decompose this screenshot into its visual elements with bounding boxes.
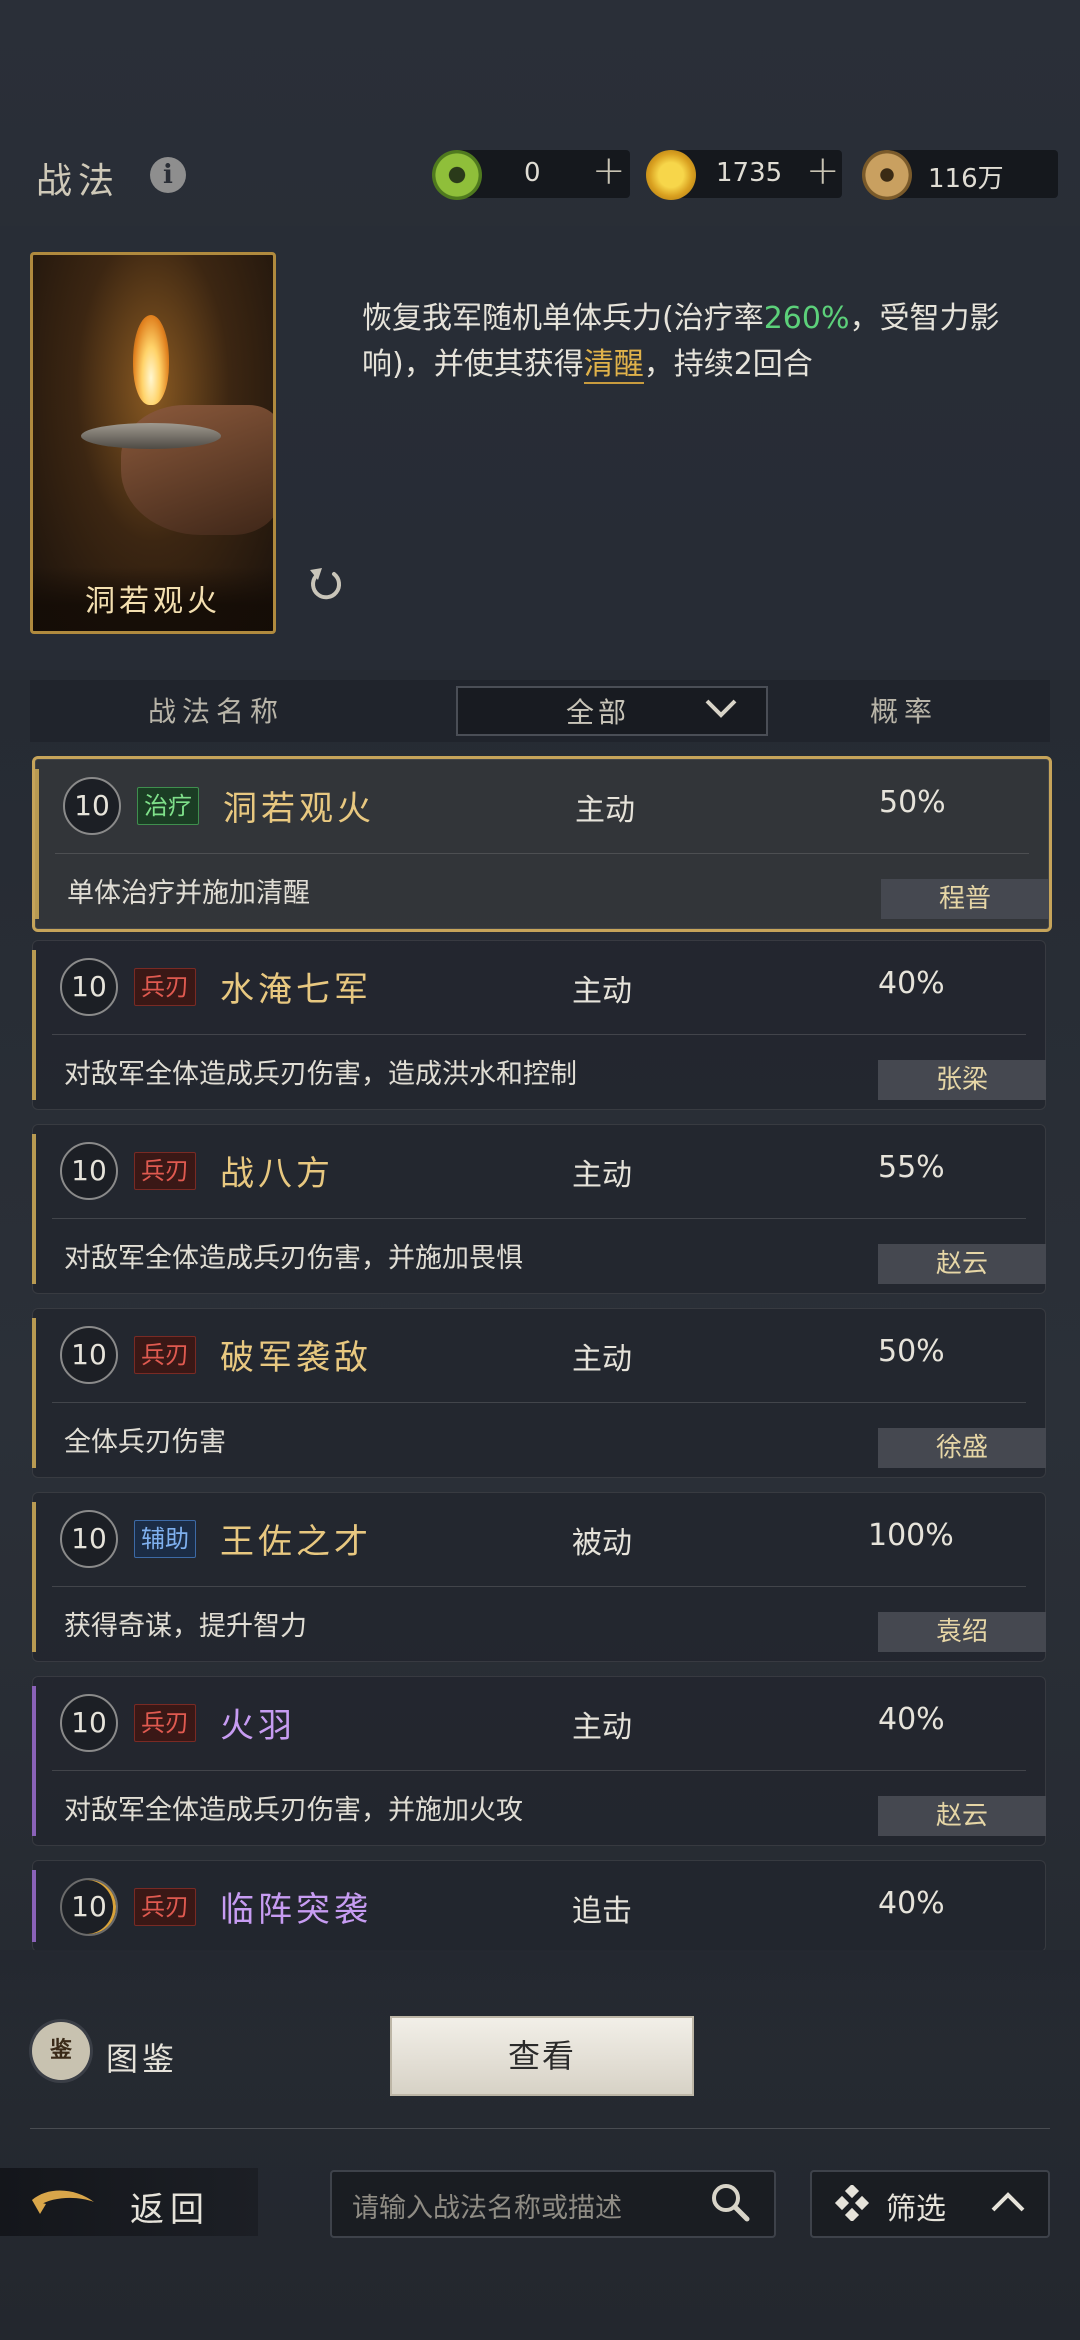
skill-owner-badge: 袁绍 (878, 1612, 1046, 1652)
heal-rate-value: 260% (763, 301, 850, 336)
candle-flame-illustration (133, 315, 169, 405)
skill-owner-badge: 张梁 (878, 1060, 1046, 1100)
skill-card[interactable]: 洞若观火 (30, 252, 276, 634)
skill-level-badge: 10 (60, 1510, 118, 1568)
skill-name: 水淹七军 (220, 970, 372, 1010)
skill-category-tag: 兵刃 (134, 1152, 196, 1190)
page-title: 战法 (36, 161, 121, 202)
skill-name: 临阵突袭 (220, 1890, 372, 1930)
skill-owner-badge: 徐盛 (878, 1428, 1046, 1468)
skill-short-desc: 对敌军全体造成兵刃伤害，造成洪水和控制 (64, 1059, 577, 1090)
search-placeholder: 请输入战法名称或描述 (352, 2193, 622, 2224)
candle-holder-illustration (81, 423, 221, 449)
row-divider (52, 1770, 1026, 1771)
skill-category-tag: 兵刃 (134, 1888, 196, 1926)
info-icon[interactable]: i (150, 157, 186, 193)
skill-owner-badge: 赵云 (878, 1244, 1046, 1284)
add-jade-coin-button[interactable]: + (592, 148, 626, 194)
skill-row[interactable]: 10 治疗 洞若观火 主动 50% 单体治疗并施加清醒 程普 (32, 756, 1052, 932)
copper-coin-value: 116万 (928, 164, 1004, 194)
skill-type: 主动 (572, 1710, 632, 1745)
skill-rate: 55% (878, 1150, 945, 1185)
row-divider (52, 1218, 1026, 1219)
skill-name: 破军袭敌 (220, 1338, 372, 1378)
skill-category-tag: 辅助 (134, 1520, 196, 1558)
footer-divider (30, 2128, 1050, 2129)
skill-type: 主动 (572, 1158, 632, 1193)
column-skill-name: 战法名称 (148, 695, 285, 728)
jade-coin-icon (432, 150, 482, 200)
back-label: 返回 (130, 2190, 210, 2230)
view-button[interactable]: 查看 (390, 2016, 694, 2096)
skill-type: 被动 (572, 1526, 632, 1561)
copper-coin-icon (862, 150, 912, 200)
row-divider (52, 1586, 1026, 1587)
skill-level-badge: 10 (60, 958, 118, 1016)
skill-rate: 50% (878, 1334, 945, 1369)
skill-row[interactable]: 10 辅助 王佐之才 被动 100% 获得奇谋，提升智力 袁绍 (32, 1492, 1046, 1662)
skill-card-name: 洞若观火 (33, 567, 273, 631)
skill-level-badge: 10 (60, 1694, 118, 1752)
skill-level-badge: 10 (60, 1326, 118, 1384)
jade-coin-value: 0 (524, 158, 541, 188)
chevron-up-icon[interactable] (990, 2190, 1026, 2214)
skill-rate: 40% (878, 966, 945, 1001)
skill-short-desc: 对敌军全体造成兵刃伤害，并施加火攻 (64, 1795, 523, 1826)
skill-row[interactable]: 10 兵刃 破军袭敌 主动 50% 全体兵刃伤害 徐盛 (32, 1308, 1046, 1478)
row-divider (55, 853, 1029, 854)
skill-category-tag: 兵刃 (134, 1336, 196, 1374)
chevron-down-icon (705, 699, 737, 718)
skill-short-desc: 单体治疗并施加清醒 (67, 878, 310, 909)
gold-coin-value: 1735 (716, 158, 783, 188)
filter-diamond-icon (834, 2185, 870, 2221)
skill-category-tag: 兵刃 (134, 968, 196, 1006)
skill-rate: 100% (868, 1518, 954, 1553)
back-arrow-icon (32, 2190, 94, 2214)
skill-row[interactable]: 10 兵刃 战八方 主动 55% 对敌军全体造成兵刃伤害，并施加畏惧 赵云 (32, 1124, 1046, 1294)
skill-rate: 40% (878, 1702, 945, 1737)
skill-short-desc: 对敌军全体造成兵刃伤害，并施加畏惧 (64, 1243, 523, 1274)
skill-level-badge: 10 (60, 1878, 118, 1936)
skill-name: 火羽 (220, 1706, 296, 1746)
skill-rate: 40% (878, 1886, 945, 1921)
skill-row[interactable]: 10 兵刃 水淹七军 主动 40% 对敌军全体造成兵刃伤害，造成洪水和控制 张梁 (32, 940, 1046, 1110)
skill-type: 主动 (572, 974, 632, 1009)
skill-row[interactable]: 10 兵刃 临阵突袭 追击 40% (32, 1860, 1046, 1952)
gold-coin-icon (646, 150, 696, 200)
search-icon[interactable] (708, 2180, 752, 2224)
skill-name: 洞若观火 (223, 789, 375, 829)
skill-name: 战八方 (220, 1154, 334, 1194)
add-gold-coin-button[interactable]: + (806, 148, 840, 194)
column-rate: 概率 (870, 695, 939, 728)
skill-description: 恢复我军随机单体兵力(治疗率260%，受智力影响)，并使其获得清醒，持续2回合 (362, 301, 1000, 384)
codex-label[interactable]: 图鉴 (106, 2034, 178, 2080)
skill-short-desc: 全体兵刃伤害 (64, 1427, 226, 1458)
skill-level-badge: 10 (63, 777, 121, 835)
row-divider (52, 1402, 1026, 1403)
skill-level-badge: 10 (60, 1142, 118, 1200)
skill-category-tag: 治疗 (137, 787, 199, 825)
category-dropdown-value: 全部 (566, 696, 631, 729)
filter-label: 筛选 (886, 2192, 946, 2227)
skill-type: 主动 (575, 793, 635, 828)
skill-owner-badge: 赵云 (878, 1796, 1046, 1836)
skill-rate: 50% (879, 785, 946, 820)
skill-row[interactable]: 10 兵刃 火羽 主动 40% 对敌军全体造成兵刃伤害，并施加火攻 赵云 (32, 1676, 1046, 1846)
skill-type: 主动 (572, 1342, 632, 1377)
skill-category-tag: 兵刃 (134, 1704, 196, 1742)
flip-card-icon[interactable] (304, 562, 348, 606)
row-divider (52, 1034, 1026, 1035)
skill-owner-badge: 程普 (881, 879, 1049, 919)
skill-short-desc: 获得奇谋，提升智力 (64, 1611, 307, 1642)
codex-icon[interactable]: 鉴 (32, 2022, 90, 2080)
skill-name: 王佐之才 (220, 1522, 372, 1562)
skill-type: 追击 (572, 1894, 632, 1929)
status-keyword-link[interactable]: 清醒 (583, 347, 644, 384)
